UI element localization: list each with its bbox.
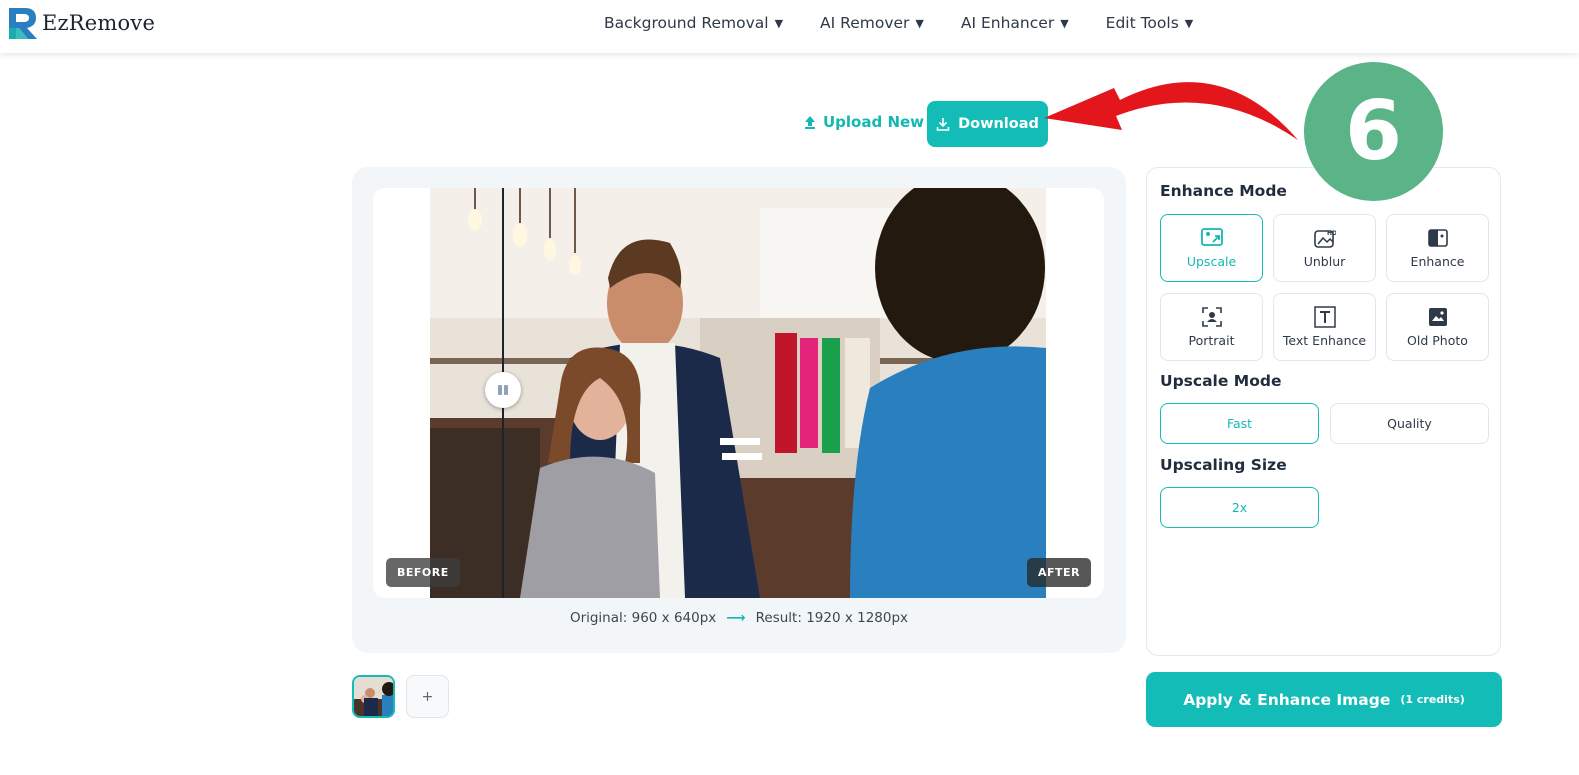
mode-label: Unblur [1303, 254, 1346, 269]
svg-text:HD: HD [1327, 230, 1336, 237]
preview-panel: BEFORE AFTER Original: 960 x 640px ⟶ Resul… [352, 167, 1126, 653]
compare-slider-handle[interactable] [485, 372, 521, 408]
add-image-button[interactable]: + [406, 675, 449, 718]
mode-enhance[interactable]: Enhance [1386, 214, 1489, 282]
result-size: Result: 1920 x 1280px [755, 610, 909, 626]
enhance-icon [1427, 227, 1448, 249]
caret-down-icon: ▼ [915, 16, 924, 30]
enhance-mode-grid: Upscale HD Unblur Enhance Portrait Text … [1160, 214, 1490, 361]
annotation-arrow [1044, 82, 1298, 140]
download-icon [936, 118, 950, 131]
hd-image-icon: HD [1313, 227, 1336, 249]
upscale-icon [1200, 227, 1223, 249]
portrait-icon [1201, 306, 1222, 328]
nav-edit-tools[interactable]: Edit Tools ▼ [1106, 14, 1194, 32]
upload-new-label: Upload New [823, 113, 925, 131]
upload-new-button[interactable]: Upload New [803, 113, 924, 131]
mode-label: Portrait [1188, 333, 1235, 348]
after-label: AFTER [1026, 558, 1091, 587]
main-nav: Background Removal ▼ AI Remover ▼ AI Enhan… [604, 14, 1230, 32]
mode-label: Old Photo [1407, 333, 1468, 348]
brand-name: EzRemove [42, 11, 156, 35]
upscale-mode-fast[interactable]: Fast [1160, 403, 1319, 444]
download-label: Download [958, 116, 1039, 132]
mode-old-photo[interactable]: Old Photo [1386, 293, 1489, 361]
nav-background-removal[interactable]: Background Removal ▼ [604, 14, 783, 32]
compare-viewer[interactable]: BEFORE AFTER [373, 188, 1104, 598]
mode-label: Upscale [1186, 254, 1237, 269]
arrow-right-icon: ⟶ [726, 610, 746, 626]
preview-image [430, 188, 1046, 598]
nav-label: Edit Tools [1105, 14, 1179, 32]
slider-grip-icon [498, 385, 508, 395]
upscale-mode-options: Fast Quality [1160, 403, 1489, 444]
upscale-mode-quality[interactable]: Quality [1330, 403, 1489, 444]
nav-label: Background Removal [604, 14, 769, 32]
settings-panel: Enhance Mode Upscale HD Unblur Enhance P… [1146, 167, 1501, 656]
upscaling-size-title: Upscaling Size [1160, 456, 1287, 474]
mode-label: Text Enhance [1282, 333, 1367, 348]
top-header: EzRemove Background Removal ▼ AI Remover ▼… [0, 0, 1579, 53]
download-button[interactable]: Download [927, 101, 1048, 147]
upscale-mode-title: Upscale Mode [1160, 372, 1282, 390]
mode-portrait[interactable]: Portrait [1160, 293, 1263, 361]
enhance-mode-title: Enhance Mode [1160, 182, 1287, 200]
mode-upscale[interactable]: Upscale [1160, 214, 1263, 282]
upload-icon [805, 116, 815, 129]
nav-ai-enhancer[interactable]: AI Enhancer ▼ [961, 14, 1069, 32]
old-photo-icon [1428, 306, 1448, 328]
image-thumbnail[interactable] [352, 675, 395, 718]
caret-down-icon: ▼ [1060, 16, 1069, 30]
caret-down-icon: ▼ [774, 16, 784, 30]
before-label: BEFORE [386, 558, 460, 587]
text-icon [1313, 306, 1336, 328]
dimensions-info: Original: 960 x 640px ⟶ Result: 1920 x 128… [352, 610, 1126, 626]
apply-enhance-button[interactable]: Apply & Enhance Image (1 credits) [1146, 672, 1502, 727]
nav-label: AI Remover [820, 14, 910, 32]
logo-icon [6, 6, 40, 40]
upscaling-size-options: 2x [1160, 487, 1319, 528]
mode-text-enhance[interactable]: Text Enhance [1273, 293, 1376, 361]
mode-label: Enhance [1410, 254, 1465, 269]
brand-logo[interactable]: EzRemove [6, 6, 155, 40]
step-badge: 6 [1304, 62, 1443, 201]
original-size: Original: 960 x 640px [569, 610, 717, 626]
mode-unblur[interactable]: HD Unblur [1273, 214, 1376, 282]
nav-label: AI Enhancer [960, 14, 1055, 32]
apply-label: Apply & Enhance Image [1183, 690, 1391, 709]
caret-down-icon: ▼ [1184, 16, 1194, 30]
nav-ai-remover[interactable]: AI Remover ▼ [820, 14, 924, 32]
credits-badge: (1 credits) [1400, 693, 1465, 706]
size-2x[interactable]: 2x [1160, 487, 1319, 528]
